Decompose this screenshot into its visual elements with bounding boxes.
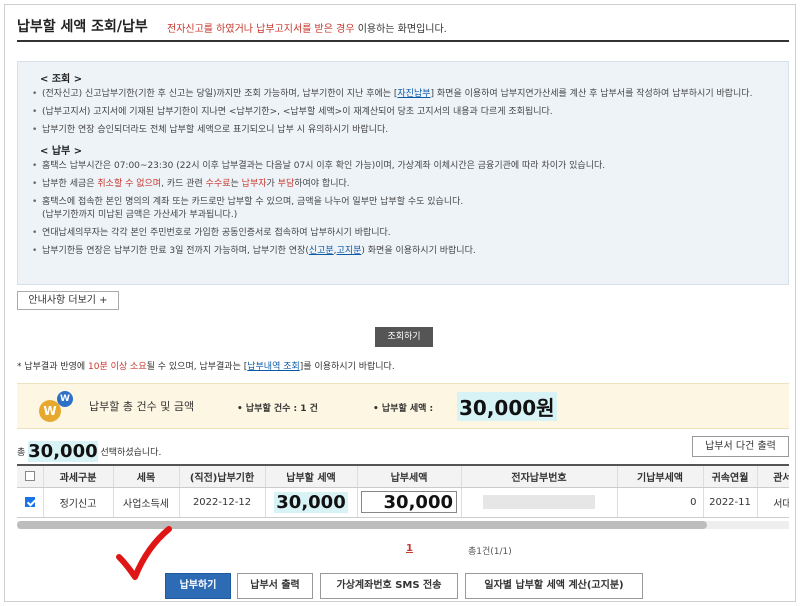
select-all-checkbox[interactable] bbox=[24, 470, 35, 481]
extension-report-link[interactable]: 신고분 bbox=[309, 246, 334, 256]
summary-amount: 30,000원 bbox=[457, 392, 557, 421]
payment-list: 홈택스 납부시간은 07:00~23:30 (22시 이후 납부결과는 다음날 … bbox=[32, 160, 774, 258]
cell-amount-due: 30,000 bbox=[265, 487, 358, 518]
inquiry-heading: < 조회 > bbox=[40, 74, 83, 85]
summary-count: • 납부할 건수 : 1 건 bbox=[237, 404, 318, 414]
select-all-cell bbox=[17, 464, 44, 488]
guide-item: (납부고지서) 고지서에 기재된 납부기한이 지나면 <납부기한>, <납부할 … bbox=[32, 106, 774, 119]
amount-due-value: 30,000 bbox=[274, 491, 348, 513]
tax-table-wrapper: 과세구분 세목 (직전)납부기한 납부할 세액 납부세액 전자납부번호 기납부세… bbox=[17, 464, 789, 518]
page-title: 납부할 세액 조회/납부 bbox=[17, 19, 148, 35]
cell-tax-item: 사업소득세 bbox=[113, 487, 180, 518]
col-tax-class: 과세구분 bbox=[43, 464, 114, 488]
guide-item: 납부한 세금은 취소할 수 없으며, 카드 관련 수수료는 납부자가 부담하여야… bbox=[32, 178, 774, 191]
table-row: 정기신고 사업소득세 2022-12-12 30,000 0 2022-11 서… bbox=[17, 487, 789, 518]
masked-payment-number bbox=[483, 495, 595, 509]
cell-prepaid: 0 bbox=[617, 487, 704, 518]
page-subtitle: 전자신고를 하였거나 납부고지서를 받은 경우 이용하는 화면입니다. bbox=[167, 24, 447, 35]
cell-due-date: 2022-12-12 bbox=[179, 487, 266, 518]
summary-amount-label: • 납부할 세액 : bbox=[373, 404, 434, 414]
payment-result-notice: * 납부결과 반영에 10분 이상 소요될 수 있으며, 납부결과는 [납부내역… bbox=[17, 362, 395, 372]
col-period: 귀속연월 bbox=[703, 464, 758, 488]
guide-item: 홈택스에 접속한 본인 명의의 계좌 또는 카드로만 납부할 수 있으며, 금액… bbox=[32, 196, 774, 222]
payment-history-link[interactable]: 납부내역 조회 bbox=[247, 362, 300, 372]
guide-item: 홈택스 납부시간은 07:00~23:30 (22시 이후 납부결과는 다음날 … bbox=[32, 160, 774, 173]
page-info: 총1건(1/1) bbox=[468, 547, 512, 557]
sms-virtual-account-button[interactable]: 가상계좌번호 SMS 전송 bbox=[320, 573, 458, 599]
selected-total: 총 30,000 선택하셨습니다. bbox=[17, 441, 162, 462]
red-check-mark-icon bbox=[116, 526, 172, 580]
col-amount-due: 납부할 세액 bbox=[265, 464, 358, 488]
guide-item: 납부기한 연장 승인되더라도 전체 납부할 세액으로 표기되오니 납부 시 유의… bbox=[32, 124, 774, 137]
summary-bar: W W 납부할 총 건수 및 금액 • 납부할 건수 : 1 건 • 납부할 세… bbox=[17, 383, 789, 429]
page-frame: 납부할 세액 조회/납부 전자신고를 하였거나 납부고지서를 받은 경우 이용하… bbox=[4, 4, 796, 602]
more-guide-button[interactable]: 안내사항 더보기 + bbox=[17, 291, 119, 310]
self-payment-link[interactable]: 자진납부 bbox=[397, 89, 430, 99]
guide-item: 연대납세의무자는 각각 본인 주민번호로 가입한 공동인증서로 접속하여 납부하… bbox=[32, 227, 774, 240]
col-tax-item: 세목 bbox=[113, 464, 180, 488]
summary-label: 납부할 총 건수 및 금액 bbox=[89, 400, 195, 413]
row-select-cell bbox=[17, 487, 44, 518]
selected-amount: 30,000 bbox=[28, 441, 98, 462]
page-header: 납부할 세액 조회/납부 전자신고를 하였거나 납부고지서를 받은 경우 이용하… bbox=[17, 16, 789, 42]
tax-table: 과세구분 세목 (직전)납부기한 납부할 세액 납부세액 전자납부번호 기납부세… bbox=[17, 464, 789, 518]
extension-notice-link[interactable]: 고지분 bbox=[337, 246, 362, 256]
inquiry-button[interactable]: 조회하기 bbox=[375, 327, 433, 347]
print-bill-button[interactable]: 납부서 출력 bbox=[237, 573, 313, 599]
cell-tax-class: 정기신고 bbox=[43, 487, 114, 518]
cell-period: 2022-11 bbox=[703, 487, 758, 518]
page-number-link[interactable]: 1 bbox=[406, 543, 413, 554]
row-checkbox[interactable] bbox=[24, 496, 35, 507]
table-header-row: 과세구분 세목 (직전)납부기한 납부할 세액 납부세액 전자납부번호 기납부세… bbox=[17, 464, 789, 488]
guide-box: < 조회 > (전자신고) 신고납부기한(기한 후 신고는 당일)까지만 조회 … bbox=[17, 61, 789, 285]
cell-payment-number bbox=[461, 487, 618, 518]
col-payment-number: 전자납부번호 bbox=[461, 464, 618, 488]
col-prepaid: 기납부세액 bbox=[617, 464, 704, 488]
multi-print-button[interactable]: 납부서 다건 출력 bbox=[692, 436, 789, 457]
daily-tax-calc-button[interactable]: 일자별 납부할 세액 계산(고지분) bbox=[465, 573, 643, 599]
guide-item: (전자신고) 신고납부기한(기한 후 신고는 당일)까지만 조회 가능하며, 납… bbox=[32, 88, 774, 101]
pay-amount-input[interactable] bbox=[361, 491, 457, 513]
cell-pay-amount bbox=[357, 487, 462, 518]
col-pay-amount: 납부세액 bbox=[357, 464, 462, 488]
guide-item: 납부기한등 연장은 납부기한 만료 3일 전까지 가능하며, 납부기한 연장(신… bbox=[32, 245, 774, 258]
pay-button[interactable]: 납부하기 bbox=[165, 573, 231, 599]
payment-heading: < 납부 > bbox=[40, 146, 83, 157]
col-due-date: (직전)납부기한 bbox=[179, 464, 266, 488]
coin-small-icon: W bbox=[57, 391, 73, 407]
inquiry-list: (전자신고) 신고납부기한(기한 후 신고는 당일)까지만 조회 가능하며, 납… bbox=[32, 88, 774, 137]
col-office: 관서명 bbox=[757, 464, 789, 488]
cell-office: 서대전 bbox=[757, 487, 789, 518]
